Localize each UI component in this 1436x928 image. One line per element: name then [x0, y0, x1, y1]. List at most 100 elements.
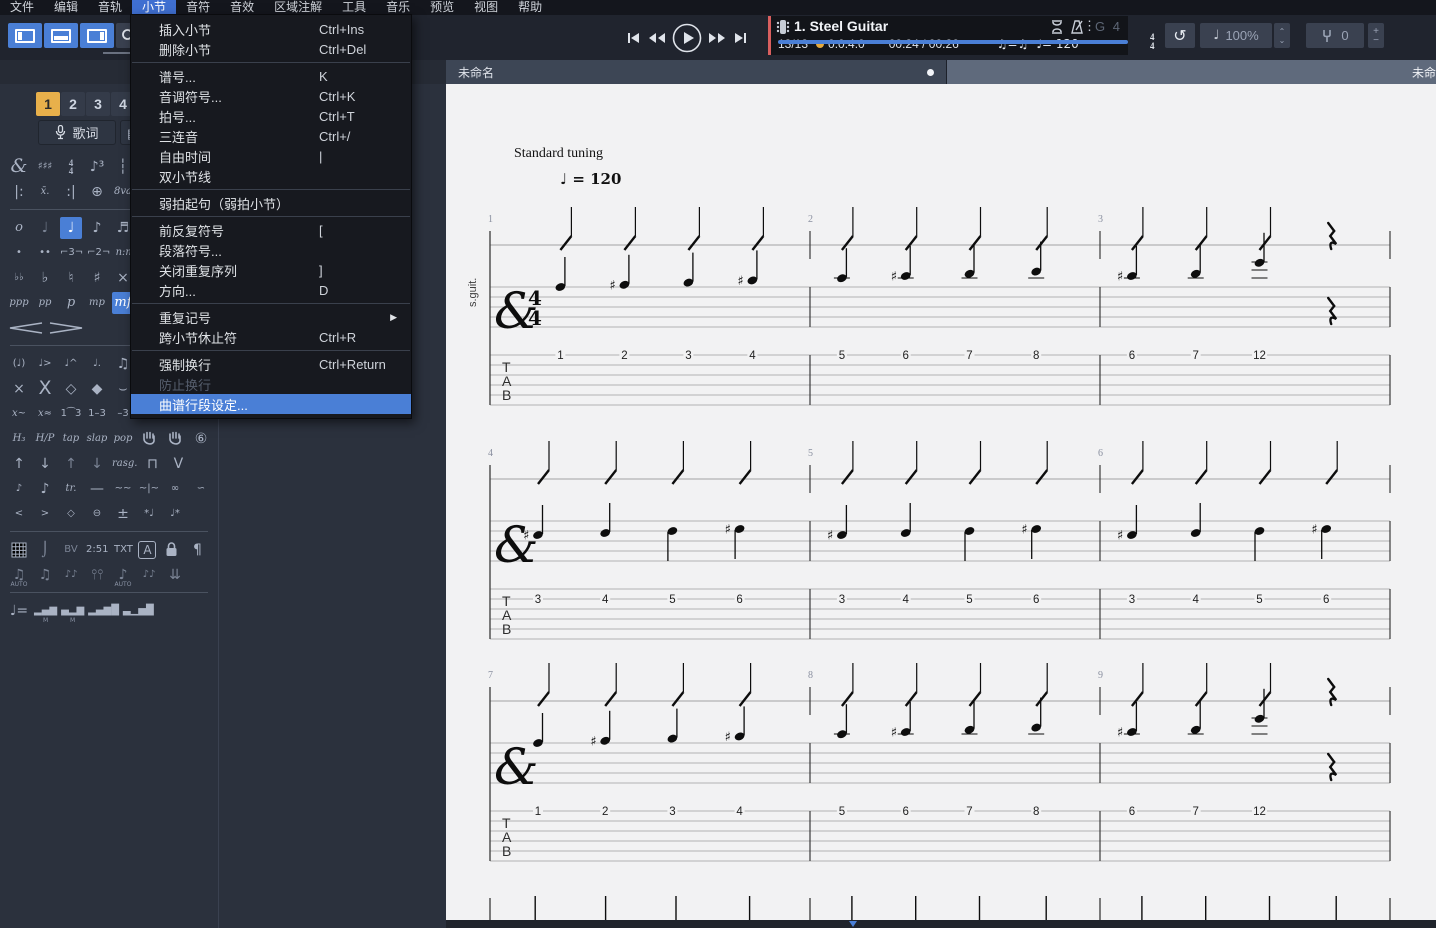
key-signature-icon[interactable]: ♯♯♯: [34, 156, 56, 178]
score-system-2[interactable]: &TAB4♯345♯65♯345♯66♯345♯6: [446, 436, 1436, 691]
mute-hand-icon[interactable]: [164, 428, 186, 450]
auto-stem-icon[interactable]: ♪AUTO: [112, 564, 134, 586]
tie-icon[interactable]: ∞: [164, 478, 186, 500]
menu-item-方向[interactable]: 方向...D: [131, 280, 411, 300]
heavy-accent-icon[interactable]: ♩^: [60, 353, 82, 375]
hourglass-icon[interactable]: [1050, 20, 1064, 34]
trill-zigzag-icon[interactable]: x~: [8, 403, 30, 425]
whole-note-icon[interactable]: o: [8, 217, 30, 239]
arpeggio-down-icon[interactable]: ↓: [86, 453, 108, 475]
vibrato-icon[interactable]: ~~: [112, 478, 134, 500]
brush-up-icon[interactable]: ↑: [8, 453, 30, 475]
heavy-dead-note-icon[interactable]: X: [34, 378, 56, 400]
lock-icon[interactable]: [160, 539, 182, 561]
coda-icon[interactable]: ⊕: [86, 181, 108, 203]
playback-progress-bar[interactable]: [778, 40, 1128, 44]
alternate-ending-icon[interactable]: x̄.: [34, 181, 56, 203]
brush-down-icon[interactable]: ↓: [34, 453, 56, 475]
track-display-panel[interactable]: 1. Steel Guitar ⋮ G 4 13/13 0.0.4.0 00:2…: [768, 16, 1128, 55]
menu-item-曲谱行段设定[interactable]: 曲谱行段设定...: [131, 394, 411, 414]
menu-视图[interactable]: 视图: [464, 0, 508, 15]
menu-item-自由时间[interactable]: 自由时间|: [131, 146, 411, 166]
chord-diagram-icon[interactable]: [8, 539, 30, 561]
menu-item-拍号[interactable]: 拍号...Ctrl+T: [131, 106, 411, 126]
menu-音效[interactable]: 音效: [220, 0, 264, 15]
dot-icon[interactable]: •: [8, 242, 30, 264]
menu-音符[interactable]: 音符: [176, 0, 220, 15]
palette-page-2[interactable]: 2: [61, 92, 85, 116]
double-flat-icon[interactable]: ♭♭: [8, 267, 30, 289]
split-beam-icon[interactable]: ♪♪: [60, 564, 82, 586]
menu-item-跨小节休止符[interactable]: 跨小节休止符Ctrl+R: [131, 327, 411, 347]
flat-icon[interactable]: ♭: [34, 267, 56, 289]
playback-speed-control[interactable]: ♩ 100%: [1200, 23, 1272, 48]
play-button[interactable]: [672, 23, 702, 53]
hopo-icon[interactable]: ∽: [190, 478, 212, 500]
harmonic-filled-icon[interactable]: ◆: [86, 378, 108, 400]
menu-item-谱号[interactable]: 谱号...K: [131, 66, 411, 86]
tempo-equals-icon[interactable]: ♩=: [8, 600, 30, 622]
palette-page-3[interactable]: 3: [86, 92, 110, 116]
arpeggio-up-icon[interactable]: ↑: [60, 453, 82, 475]
menu-item-强制换行[interactable]: 强制换行Ctrl+Return: [131, 354, 411, 374]
menu-文件[interactable]: 文件: [0, 0, 44, 15]
layout-right-panel-button[interactable]: [80, 23, 114, 48]
eighth-note-icon[interactable]: ♪: [86, 217, 108, 239]
menu-区域注解[interactable]: 区域注解: [264, 0, 332, 15]
menu-item-双小节线[interactable]: 双小节线: [131, 166, 411, 186]
menu-帮助[interactable]: 帮助: [508, 0, 552, 15]
menu-item-关闭重复序列[interactable]: 关闭重复序列]: [131, 260, 411, 280]
score-sheet[interactable]: Standard tuning ♩ = 120 &s.guit.44TAB11♯…: [446, 84, 1436, 928]
grace-before-icon[interactable]: ♪: [8, 478, 30, 500]
double-dot-icon[interactable]: ••: [34, 242, 56, 264]
bend-less-icon[interactable]: <: [8, 503, 30, 525]
duplet-bracket-icon[interactable]: ⌐2¬: [87, 242, 110, 264]
natural-icon[interactable]: ♮: [60, 267, 82, 289]
ghost-note-icon[interactable]: (♩): [8, 353, 30, 375]
section-letter-icon[interactable]: A: [138, 541, 156, 559]
natural-harmonic-icon[interactable]: ⊖: [86, 503, 108, 525]
speed-stepper[interactable]: ⌃⌄: [1274, 23, 1290, 48]
beam-icon[interactable]: ♫: [34, 564, 56, 586]
pop-icon[interactable]: pop: [112, 428, 134, 450]
hammer-on-icon[interactable]: H₃: [8, 428, 30, 450]
score-system-3[interactable]: &TAB71♯23♯485♯6789♯6712: [446, 658, 1436, 913]
fast-forward-button[interactable]: [707, 30, 727, 46]
lyrics-button[interactable]: 歌词: [38, 120, 116, 145]
wide-trill-icon[interactable]: x≈: [34, 403, 56, 425]
diamond-icon[interactable]: ◇: [60, 503, 82, 525]
ppp-icon[interactable]: ppp: [8, 292, 30, 314]
menu-编辑[interactable]: 编辑: [44, 0, 88, 15]
stem-icon[interactable]: ⌡: [34, 539, 56, 561]
menu-工具[interactable]: 工具: [332, 0, 376, 15]
palette-page-1[interactable]: 1: [36, 92, 60, 116]
slide-1-3-icon[interactable]: 1⁀3: [60, 403, 82, 425]
layout-left-panel-button[interactable]: [8, 23, 42, 48]
menu-预览[interactable]: 预览: [420, 0, 464, 15]
rewind-button[interactable]: [647, 30, 667, 46]
menu-item-音调符号[interactable]: 音调符号...Ctrl+K: [131, 86, 411, 106]
slide-shift-icon[interactable]: —: [86, 478, 108, 500]
collapse-icon[interactable]: ⇊: [164, 564, 186, 586]
triplet-bracket-icon[interactable]: ⌐3¬: [60, 242, 83, 264]
stem-pair-icon[interactable]: ♪♪: [138, 564, 160, 586]
sharp-icon[interactable]: ♯: [86, 267, 108, 289]
document-tab[interactable]: 未命名: [446, 60, 947, 84]
menu-音轨[interactable]: 音轨: [88, 0, 132, 15]
harmonic-hollow-icon[interactable]: ◇: [60, 378, 82, 400]
menu-音乐[interactable]: 音乐: [376, 0, 420, 15]
brush-voice-icon[interactable]: BV: [60, 539, 82, 561]
rasgueado-icon[interactable]: rasg.: [112, 453, 137, 475]
menu-item-重复记号[interactable]: 重复记号▶: [131, 307, 411, 327]
duration-icon[interactable]: 2:51: [86, 539, 108, 561]
tab-modified-dot[interactable]: [927, 69, 934, 76]
accent-icon[interactable]: ♩>: [34, 353, 56, 375]
decrescendo-icon[interactable]: [48, 317, 84, 339]
dead-note-icon[interactable]: ×: [8, 378, 30, 400]
mix-table-m1-icon[interactable]: ▂▄▆M: [34, 600, 57, 622]
trill-icon[interactable]: tr.: [60, 478, 82, 500]
crescendo-icon[interactable]: [8, 317, 44, 339]
beam-group-icon[interactable]: ⫯⫯: [86, 564, 108, 586]
clef-icon[interactable]: &: [8, 156, 30, 178]
layout-bottom-panel-button[interactable]: [44, 23, 78, 48]
